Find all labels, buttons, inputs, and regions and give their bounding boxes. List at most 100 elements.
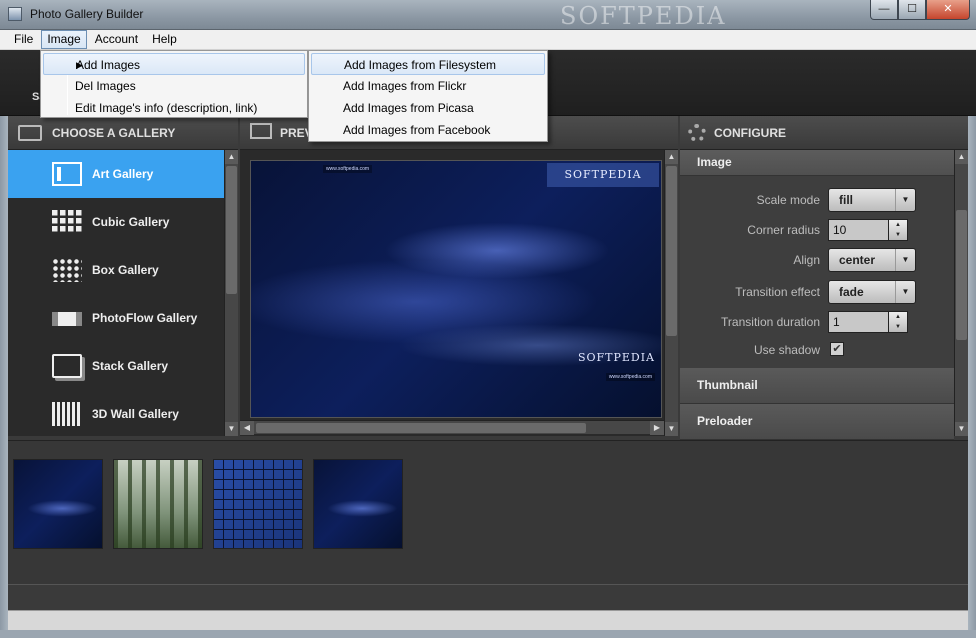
transition-duration-value: 1 xyxy=(833,315,840,329)
close-button[interactable]: ✕ xyxy=(926,0,970,20)
gallery-item-box[interactable]: Box Gallery xyxy=(8,246,224,294)
window-title: Photo Gallery Builder xyxy=(30,7,144,21)
scroll-thumb[interactable] xyxy=(226,166,237,294)
image-menu: Add Images ▶ Del Images Edit Image's inf… xyxy=(40,50,308,118)
preview-v-scrollbar[interactable]: ▲ ▼ xyxy=(664,150,678,436)
scroll-down-arrow[interactable]: ▼ xyxy=(955,422,968,436)
menu-edit-image-info[interactable]: Edit Image's info (description, link) xyxy=(43,97,305,119)
thumbnail-strip xyxy=(8,440,968,584)
add-images-submenu: Add Images from Filesystem Add Images fr… xyxy=(308,50,548,142)
scale-mode-row: Scale mode fill ▼ xyxy=(680,188,954,212)
transition-effect-select[interactable]: fade ▼ xyxy=(828,280,916,304)
menu-del-images[interactable]: Del Images xyxy=(43,75,305,97)
gallery-list: Art Gallery Cubic Gallery Box Gallery Ph… xyxy=(8,150,224,436)
menu-add-from-flickr[interactable]: Add Images from Flickr xyxy=(311,75,545,97)
gallery-item-label: Cubic Gallery xyxy=(92,215,170,229)
transition-duration-input[interactable]: 1 ▲ ▼ xyxy=(828,311,908,333)
gallery-item-cubic[interactable]: Cubic Gallery xyxy=(8,198,224,246)
configure-title: CONFIGURE xyxy=(714,126,786,140)
configure-scrollbar[interactable]: ▲ ▼ xyxy=(954,150,968,436)
gallery-item-label: Stack Gallery xyxy=(92,359,169,373)
corner-radius-label: Corner radius xyxy=(747,223,820,237)
config-section-preloader[interactable]: Preloader xyxy=(680,404,954,440)
corner-radius-row: Corner radius 10 ▲ ▼ xyxy=(680,218,954,242)
transition-duration-row: Transition duration 1 ▲ ▼ xyxy=(680,310,954,334)
chevron-down-icon: ▼ xyxy=(895,189,915,211)
scale-mode-label: Scale mode xyxy=(756,193,820,207)
stack-gallery-icon xyxy=(52,354,82,378)
box-gallery-icon xyxy=(52,258,82,282)
scroll-up-arrow[interactable]: ▲ xyxy=(955,150,968,164)
gallery-item-stack[interactable]: Stack Gallery xyxy=(8,342,224,390)
gallery-item-3d-wall[interactable]: 3D Wall Gallery xyxy=(8,390,224,436)
menu-help[interactable]: Help xyxy=(146,30,183,49)
gallery-item-photoflow[interactable]: PhotoFlow Gallery xyxy=(8,294,224,342)
use-shadow-row: Use shadow ✔ xyxy=(680,338,954,362)
minimize-button[interactable]: — xyxy=(870,0,898,20)
scroll-left-arrow[interactable]: ◀ xyxy=(240,421,254,435)
art-gallery-icon xyxy=(52,162,82,186)
thumbnail-2[interactable] xyxy=(113,459,203,549)
menu-add-from-facebook[interactable]: Add Images from Facebook xyxy=(311,119,545,141)
chevron-down-icon: ▼ xyxy=(895,249,915,271)
bottom-bar xyxy=(8,610,968,630)
stepper-icon[interactable]: ▲ ▼ xyxy=(888,311,908,333)
preview-watermark: SOFTPEDIA xyxy=(577,351,655,364)
app-icon xyxy=(8,7,22,21)
scale-mode-value: fill xyxy=(839,193,853,207)
menu-add-images[interactable]: Add Images ▶ xyxy=(43,53,305,75)
align-label: Align xyxy=(793,253,820,267)
thumbnail-4[interactable] xyxy=(313,459,403,549)
gallery-item-label: Art Gallery xyxy=(92,167,154,181)
watermark: SOFTPEDIA xyxy=(560,2,727,30)
submenu-arrow-icon: ▶ xyxy=(76,60,83,70)
title-bar: Photo Gallery Builder SOFTPEDIA — ☐ ✕ xyxy=(0,0,976,30)
align-row: Align center ▼ xyxy=(680,248,954,272)
use-shadow-label: Use shadow xyxy=(753,343,820,357)
thumbnail-1[interactable] xyxy=(13,459,103,549)
menu-file[interactable]: File xyxy=(8,30,39,49)
image-icon xyxy=(18,125,42,141)
scroll-up-arrow[interactable]: ▲ xyxy=(225,150,238,164)
stepper-icon[interactable]: ▲ ▼ xyxy=(888,219,908,241)
configure-panel: Image Scale mode fill ▼ Corner radius 10… xyxy=(680,150,954,440)
scroll-down-arrow[interactable]: ▼ xyxy=(225,422,238,436)
menu-add-from-picasa[interactable]: Add Images from Picasa xyxy=(311,97,545,119)
scroll-down-arrow[interactable]: ▼ xyxy=(665,422,678,436)
preview-area: www.softpedia.com SOFTPEDIA SOFTPEDIA ww… xyxy=(240,150,678,436)
transition-effect-value: fade xyxy=(839,285,864,299)
window-frame-bottom xyxy=(0,630,976,638)
menu-add-from-filesystem[interactable]: Add Images from Filesystem xyxy=(311,53,545,75)
choose-gallery-title: CHOOSE A GALLERY xyxy=(52,126,176,140)
scale-mode-select[interactable]: fill ▼ xyxy=(828,188,916,212)
preview-h-scrollbar[interactable]: ◀ ▶ xyxy=(240,420,664,435)
menu-item-label: Add Images from Flickr xyxy=(343,79,467,93)
image-settings: Scale mode fill ▼ Corner radius 10 ▲ ▼ Al… xyxy=(680,176,954,368)
scroll-thumb[interactable] xyxy=(666,166,677,336)
transition-duration-label: Transition duration xyxy=(721,315,820,329)
corner-radius-input[interactable]: 10 ▲ ▼ xyxy=(828,219,908,241)
maximize-button[interactable]: ☐ xyxy=(898,0,926,20)
align-select[interactable]: center ▼ xyxy=(828,248,916,272)
scroll-thumb[interactable] xyxy=(956,210,967,340)
scroll-thumb[interactable] xyxy=(256,423,586,433)
gallery-item-label: 3D Wall Gallery xyxy=(92,407,179,421)
corner-radius-value: 10 xyxy=(833,223,847,237)
menu-item-label: Edit Image's info (description, link) xyxy=(75,101,258,115)
config-section-thumbnail[interactable]: Thumbnail xyxy=(680,368,954,404)
chevron-down-icon: ▼ xyxy=(895,281,915,303)
gallery-item-art[interactable]: Art Gallery xyxy=(8,150,224,198)
scroll-up-arrow[interactable]: ▲ xyxy=(665,150,678,164)
cubic-gallery-icon xyxy=(52,210,82,234)
gallery-scrollbar[interactable]: ▲ ▼ xyxy=(224,150,238,436)
preview-image: www.softpedia.com SOFTPEDIA SOFTPEDIA ww… xyxy=(250,160,662,418)
config-section-image[interactable]: Image xyxy=(680,150,954,176)
menu-account[interactable]: Account xyxy=(89,30,144,49)
menu-item-label: Add Images from Picasa xyxy=(343,101,474,115)
gallery-item-label: PhotoFlow Gallery xyxy=(92,311,198,325)
use-shadow-checkbox[interactable]: ✔ xyxy=(830,342,844,356)
menu-image[interactable]: Image xyxy=(41,30,87,49)
align-value: center xyxy=(839,253,876,267)
thumbnail-3[interactable] xyxy=(213,459,303,549)
scroll-right-arrow[interactable]: ▶ xyxy=(650,421,664,435)
